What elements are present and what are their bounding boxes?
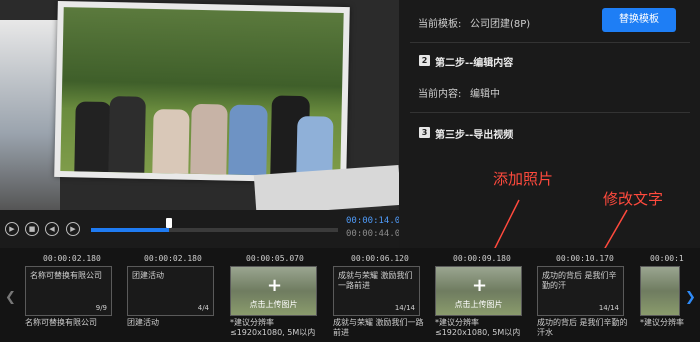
clip-time: 00:00:09.180: [453, 254, 511, 263]
char-count: 14/14: [598, 304, 619, 312]
clip-text: 团建活动: [132, 271, 164, 280]
clip-time: 00:00:06.120: [351, 254, 409, 263]
upload-photo-label[interactable]: 点击上传图片: [436, 299, 521, 310]
text-clip-card[interactable]: 成就与荣耀 激励我们一路前进 14/14: [333, 266, 420, 316]
clip-text: 成就与荣耀 激励我们一路前进: [338, 271, 413, 290]
clip-text: 名称可替换有限公司: [30, 271, 102, 280]
scroll-left-icon[interactable]: ❮: [5, 290, 16, 305]
text-clip-card[interactable]: 名称可替换有限公司 9/9: [25, 266, 112, 316]
add-photo-icon[interactable]: +: [472, 275, 487, 296]
clip-time: 00:00:02.180: [43, 254, 101, 263]
photo-clip-card[interactable]: + 点击上传图片: [230, 266, 317, 316]
photo-clip-card[interactable]: [640, 266, 680, 316]
text-clip-card[interactable]: 团建活动 4/4: [127, 266, 214, 316]
clip-text: 成功的背后 是我们辛勤的汗: [542, 271, 617, 290]
photo-clip-card[interactable]: + 点击上传图片: [435, 266, 522, 316]
scroll-right-icon[interactable]: ❯: [685, 290, 696, 305]
char-count: 9/9: [95, 304, 107, 312]
clip-time: 00:00:10.170: [556, 254, 614, 263]
clip-caption: 团建活动: [127, 318, 159, 327]
clip-time: 00:00:05.070: [246, 254, 304, 263]
char-count: 14/14: [394, 304, 415, 312]
clip-caption: *建议分辨率≤1920x1080, 5M以内: [230, 318, 316, 337]
clip-time: 00:00:1: [650, 254, 684, 263]
clip-caption: *建议分辨率: [640, 318, 684, 327]
clip-caption: 名称可替换有限公司: [25, 318, 97, 327]
clip-caption: 成功的背后 是我们辛勤的汗水: [537, 318, 628, 337]
clip-time: 00:00:02.180: [144, 254, 202, 263]
clip-caption: *建议分辨率≤1920x1080, 5M以内: [435, 318, 521, 337]
char-count: 4/4: [197, 304, 209, 312]
text-clip-card[interactable]: 成功的背后 是我们辛勤的汗 14/14: [537, 266, 624, 316]
upload-photo-label[interactable]: 点击上传图片: [231, 299, 316, 310]
clip-caption: 成就与荣耀 激励我们一路前进: [333, 318, 424, 337]
add-photo-icon[interactable]: +: [267, 275, 282, 296]
